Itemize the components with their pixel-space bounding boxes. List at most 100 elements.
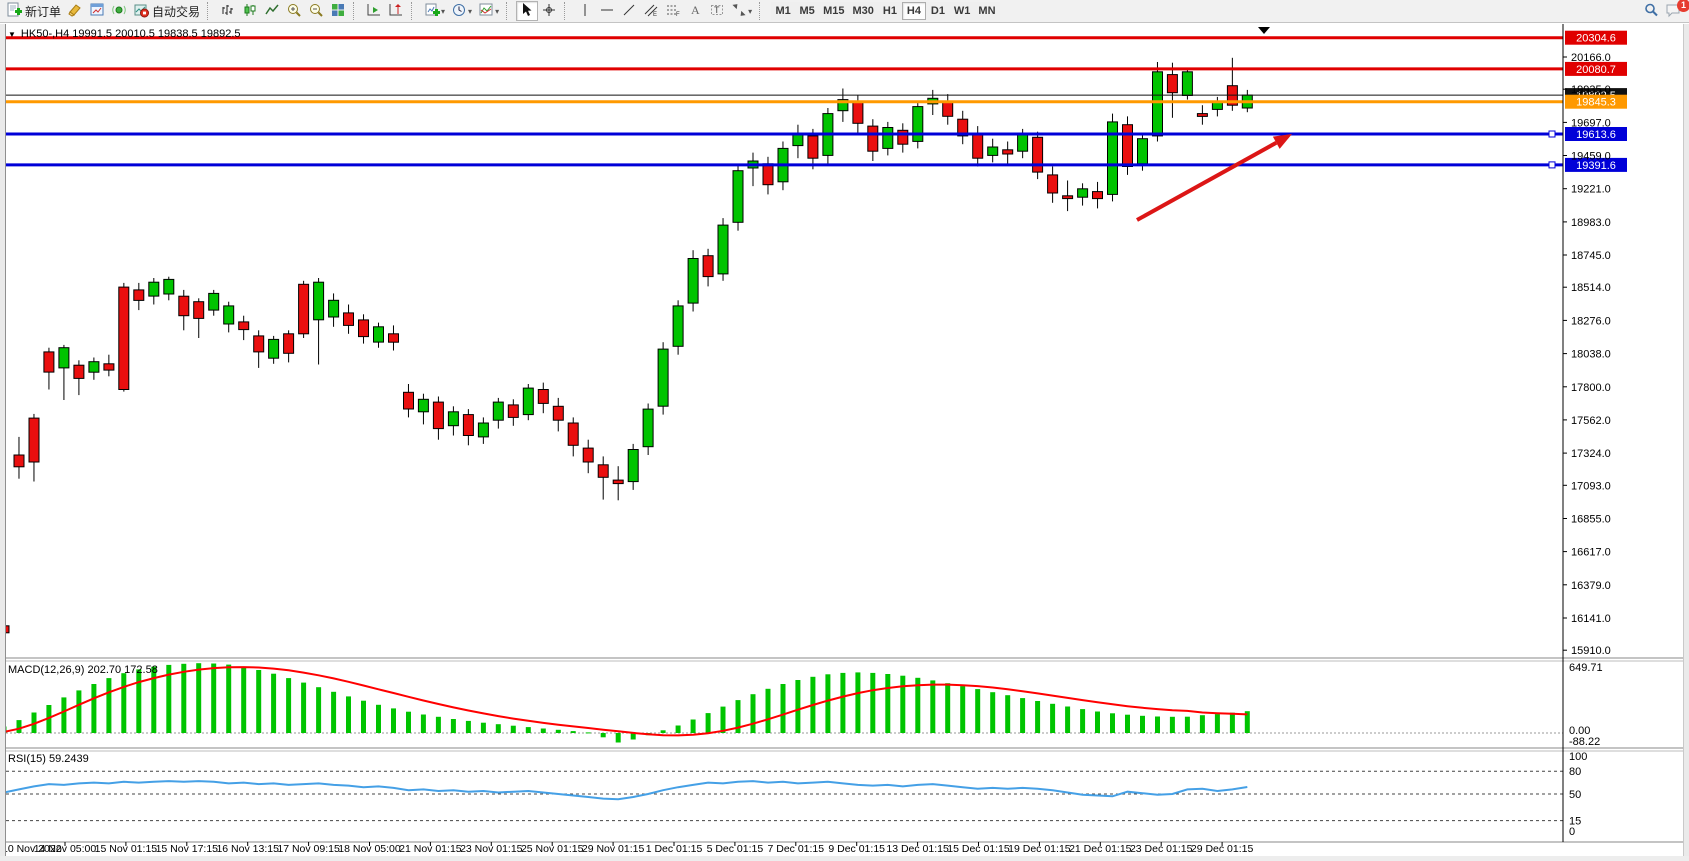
search-button[interactable] — [1640, 1, 1662, 21]
notifications-button[interactable]: 1 — [1662, 1, 1686, 21]
svg-text:19613.6: 19613.6 — [1576, 129, 1616, 141]
tab-timeframe-M30[interactable]: M30 — [849, 2, 878, 20]
svg-text:50: 50 — [1569, 789, 1581, 801]
tab-timeframe-MN[interactable]: MN — [974, 2, 999, 20]
auto-trading-button[interactable]: 自动交易 — [130, 1, 203, 21]
candlestick-chart-button[interactable] — [239, 1, 261, 21]
line-chart-button[interactable] — [261, 1, 283, 21]
cursor-button[interactable] — [516, 1, 538, 21]
svg-text:18038.0: 18038.0 — [1571, 349, 1611, 361]
svg-text:19697.0: 19697.0 — [1571, 117, 1611, 129]
indicators-button[interactable]: ▾ — [475, 1, 502, 21]
one-click-trading-arrow-icon[interactable]: ▼ — [8, 30, 16, 39]
symbols-icon — [67, 2, 83, 21]
equidistant-channel-button[interactable]: E — [640, 1, 662, 21]
date-label: 15 Nov 01:15 — [95, 843, 158, 855]
text-button[interactable]: A — [684, 1, 706, 21]
tile-windows-button[interactable] — [327, 1, 349, 21]
crosshair-button[interactable] — [538, 1, 560, 21]
crosshair-icon — [541, 2, 557, 21]
macd-histogram-layer — [2, 663, 1250, 742]
horizontal-line-button[interactable] — [596, 1, 618, 21]
cursor-icon — [519, 2, 535, 21]
symbols-button[interactable] — [64, 1, 86, 21]
svg-text:18276.0: 18276.0 — [1571, 315, 1611, 327]
period-clock-button[interactable]: ▾ — [448, 1, 475, 21]
candles-layer — [0, 58, 1252, 646]
chart-shift-button[interactable] — [385, 1, 407, 21]
hline-20304.6[interactable]: 20304.6 — [6, 31, 1627, 45]
zoom-in-button[interactable] — [283, 1, 305, 21]
hline-19391.6[interactable]: 19391.6 — [6, 158, 1627, 172]
fibonacci-icon: F — [665, 2, 681, 21]
arrows-button[interactable]: ▾ — [728, 1, 755, 21]
chart-shift-icon — [388, 2, 404, 21]
text-label-button[interactable]: T — [706, 1, 728, 21]
new-order-icon — [6, 2, 22, 21]
chart-window-icon — [89, 2, 105, 21]
chart-window: 20304.6 20080.7 19892.519845.3 19613.6 19391… — [0, 24, 1689, 861]
fibonacci-button[interactable]: F — [662, 1, 684, 21]
vertical-line-button[interactable] — [574, 1, 596, 21]
date-label: 15 Nov 17:15 — [156, 843, 219, 855]
date-label: 14 Nov 05:00 — [34, 843, 97, 855]
date-label: 5 Dec 01:15 — [707, 843, 764, 855]
tab-timeframe-M1[interactable]: M1 — [771, 2, 795, 20]
svg-text:17093.0: 17093.0 — [1571, 480, 1611, 492]
hline-20080.7[interactable]: 20080.7 — [6, 62, 1627, 76]
chart-canvas[interactable]: 20304.6 20080.7 19892.519845.3 19613.6 19391… — [0, 24, 1689, 861]
date-label: 21 Dec 01:15 — [1069, 843, 1132, 855]
svg-text:18514.0: 18514.0 — [1571, 282, 1611, 294]
svg-text:16855.0: 16855.0 — [1571, 514, 1611, 526]
svg-text:18745.0: 18745.0 — [1571, 250, 1611, 262]
svg-text:100: 100 — [1569, 751, 1587, 763]
date-label: 9 Dec 01:15 — [828, 843, 885, 855]
svg-text:19459.0: 19459.0 — [1571, 151, 1611, 163]
date-label: 29 Dec 01:15 — [1191, 843, 1254, 855]
signals-button[interactable] — [108, 1, 130, 21]
toolbar-separator — [564, 2, 571, 20]
svg-text:19845.3: 19845.3 — [1576, 97, 1616, 109]
tab-timeframe-W1[interactable]: W1 — [950, 2, 975, 20]
horizontal-line-icon — [599, 2, 615, 21]
timeframe-toolbar: M1M5M15M30H1H4D1W1MN — [771, 2, 999, 20]
svg-text:16379.0: 16379.0 — [1571, 580, 1611, 592]
auto-scroll-icon — [366, 2, 382, 21]
chevron-down-icon: ▾ — [441, 7, 445, 16]
toolbar-separator — [506, 2, 513, 20]
svg-text:16617.0: 16617.0 — [1571, 547, 1611, 559]
trendline-button[interactable] — [618, 1, 640, 21]
bar-chart-button[interactable] — [217, 1, 239, 21]
new-order-button[interactable]: 新订单 — [3, 1, 64, 21]
trend-arrow-annotation[interactable] — [1137, 134, 1292, 220]
hline-19845.3[interactable]: 19845.3 — [6, 95, 1627, 109]
tab-timeframe-M5[interactable]: M5 — [795, 2, 819, 20]
tab-timeframe-H4[interactable]: H4 — [902, 2, 926, 20]
hline-19892.5[interactable]: 19892.5 — [6, 88, 1627, 102]
signals-icon — [111, 2, 127, 21]
tab-timeframe-M15[interactable]: M15 — [819, 2, 848, 20]
auto-scroll-button[interactable] — [363, 1, 385, 21]
date-label: 7 Dec 01:15 — [767, 843, 824, 855]
date-label: 23 Nov 01:15 — [460, 843, 523, 855]
svg-text:F: F — [676, 12, 680, 18]
svg-text:18983.0: 18983.0 — [1571, 217, 1611, 229]
date-label: 23 Dec 01:15 — [1130, 843, 1193, 855]
text-label-icon: T — [709, 2, 725, 21]
notification-badge: 1 — [1677, 0, 1689, 12]
svg-text:T: T — [714, 5, 720, 15]
tab-timeframe-D1[interactable]: D1 — [926, 2, 950, 20]
zoom-in-icon — [286, 2, 302, 21]
window-bottom-edge — [0, 856, 1689, 861]
svg-text:-88.22: -88.22 — [1569, 736, 1600, 748]
svg-text:19221.0: 19221.0 — [1571, 184, 1611, 196]
toolbar-separator — [353, 2, 360, 20]
new-chart-button[interactable]: ▾ — [421, 1, 448, 21]
new-order-label: 新订单 — [25, 3, 61, 20]
svg-text:80: 80 — [1569, 766, 1581, 778]
date-label: 16 Nov 13:15 — [216, 843, 279, 855]
chart-window-button[interactable] — [86, 1, 108, 21]
indicators-icon — [478, 2, 494, 21]
tab-timeframe-H1[interactable]: H1 — [878, 2, 902, 20]
zoom-out-button[interactable] — [305, 1, 327, 21]
